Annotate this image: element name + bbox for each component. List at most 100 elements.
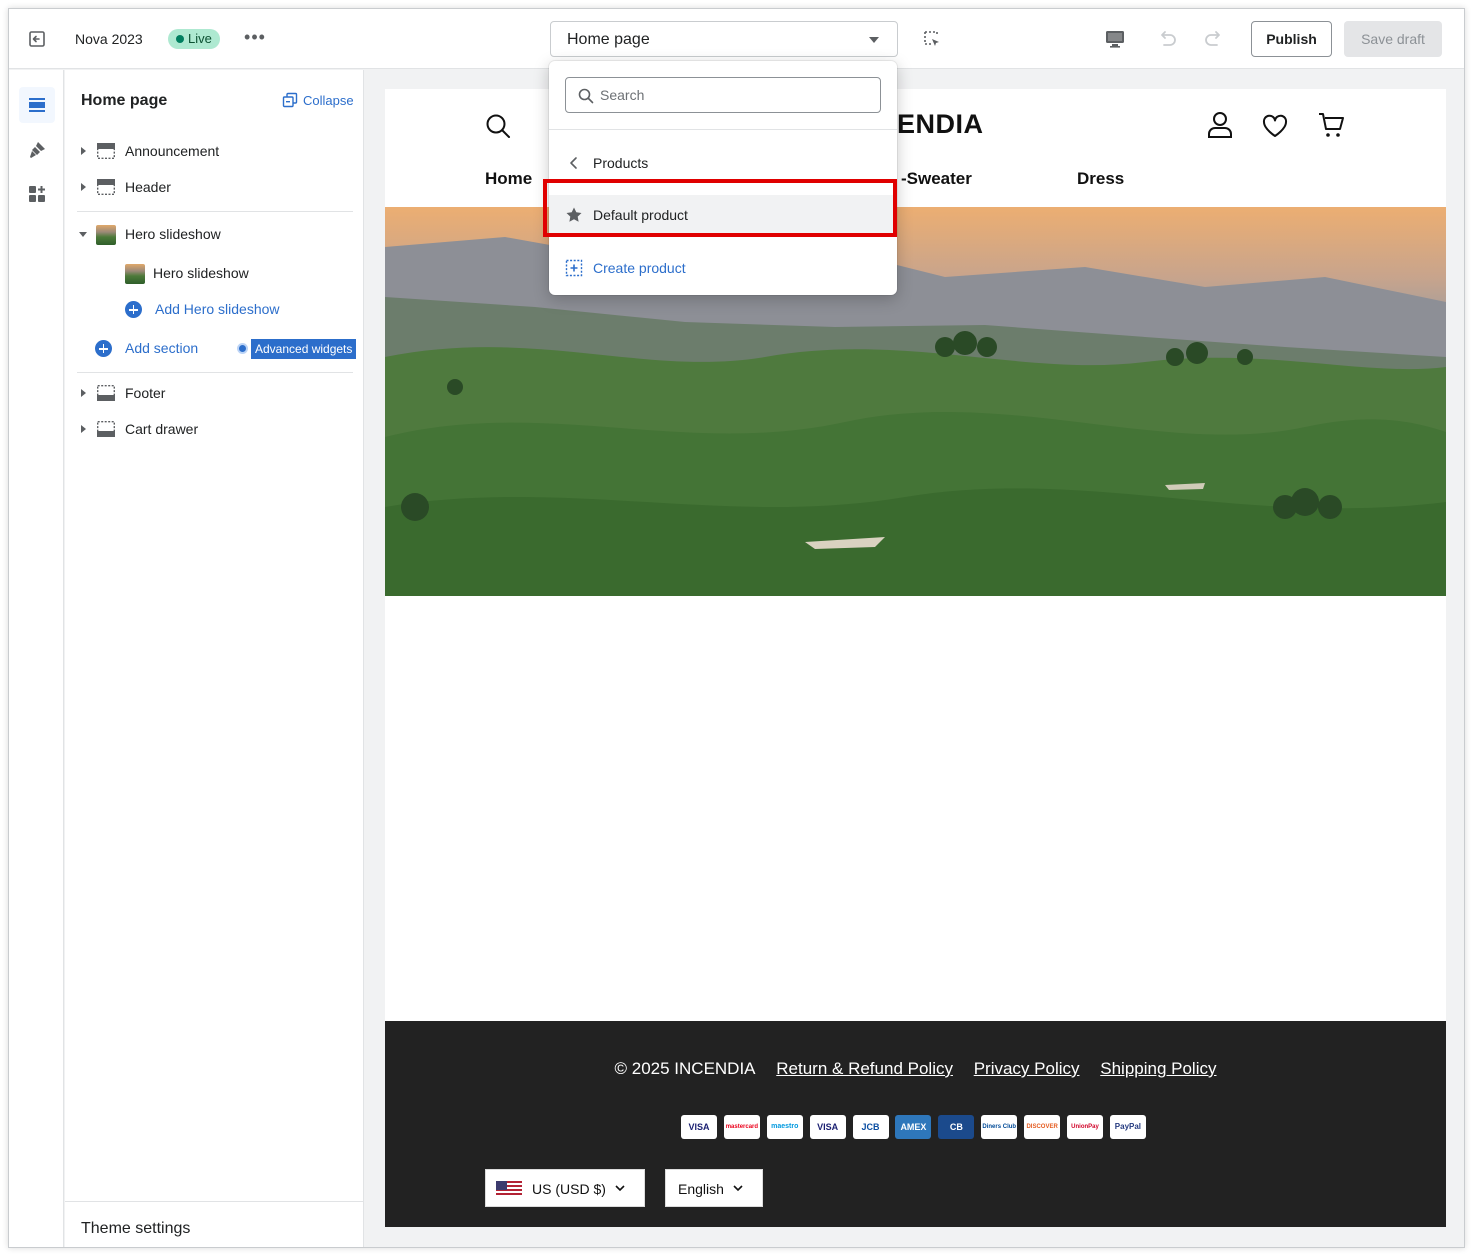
jcb-icon: JCB bbox=[852, 1115, 889, 1139]
nav-link-home[interactable]: Home bbox=[485, 169, 532, 189]
nav-link-sweater[interactable]: -Sweater bbox=[901, 169, 972, 189]
expand-arrow-icon[interactable] bbox=[81, 425, 86, 433]
block-label: Hero slideshow bbox=[153, 265, 249, 281]
sections-tab[interactable] bbox=[19, 87, 55, 123]
undo-icon[interactable] bbox=[1155, 27, 1179, 51]
save-draft-button[interactable]: Save draft bbox=[1344, 21, 1442, 57]
paintbrush-icon bbox=[30, 142, 45, 158]
theme-editor-window: Nova 2023 Live ••• Home page Publish Sav… bbox=[8, 8, 1465, 1248]
live-status-badge: Live bbox=[168, 29, 220, 49]
nav-link-dress[interactable]: Dress bbox=[1077, 169, 1124, 189]
back-to-products-label: Products bbox=[593, 155, 649, 171]
chevron-down-icon bbox=[733, 1185, 743, 1192]
apps-tab[interactable] bbox=[19, 176, 55, 212]
desktop-view-icon[interactable] bbox=[1104, 29, 1126, 49]
page-selector-label: Home page bbox=[567, 31, 650, 48]
hero-slideshow-image[interactable] bbox=[385, 207, 1446, 596]
add-circle-icon bbox=[125, 301, 142, 318]
theme-style-tab[interactable] bbox=[19, 132, 55, 168]
section-label: Announcement bbox=[125, 143, 220, 159]
add-hero-slideshow-button[interactable]: Add Hero slideshow bbox=[65, 295, 364, 325]
store-logo[interactable]: ENDIA bbox=[897, 109, 984, 140]
search-icon bbox=[578, 88, 594, 104]
divider bbox=[77, 211, 353, 212]
expand-arrow-icon[interactable] bbox=[81, 147, 86, 155]
sections-sidebar: Home page Collapse Announcement Header H… bbox=[65, 70, 364, 1247]
unionpay-icon: UnionPay bbox=[1067, 1115, 1104, 1139]
add-section-label: Add section bbox=[125, 340, 199, 356]
create-product-item[interactable]: Create product bbox=[549, 248, 897, 288]
wishlist-heart-icon[interactable] bbox=[1262, 113, 1288, 139]
footer-section-icon bbox=[97, 385, 116, 402]
inspector-icon[interactable] bbox=[922, 29, 942, 49]
mastercard-icon: mastercard bbox=[723, 1115, 760, 1139]
discover-icon: DISCOVER bbox=[1024, 1115, 1061, 1139]
back-to-products-item[interactable]: Products bbox=[549, 143, 897, 183]
section-footer[interactable]: Footer bbox=[65, 379, 364, 409]
collapse-arrow-icon[interactable] bbox=[79, 232, 87, 237]
maestro-icon: maestro bbox=[766, 1115, 803, 1139]
section-label: Footer bbox=[125, 385, 166, 401]
currency-label: US (USD $) bbox=[532, 1181, 606, 1197]
announcement-section-icon bbox=[97, 143, 116, 160]
footer-links: © 2025 INCENDIA Return & Refund Policy P… bbox=[385, 1059, 1446, 1079]
create-product-label: Create product bbox=[593, 260, 686, 276]
section-cart-drawer[interactable]: Cart drawer bbox=[65, 415, 364, 445]
hero-block-thumbnail-icon bbox=[125, 264, 145, 284]
publish-button[interactable]: Publish bbox=[1251, 21, 1332, 57]
collapse-label: Collapse bbox=[303, 93, 354, 108]
sections-icon bbox=[29, 98, 45, 112]
dropdown-divider bbox=[549, 129, 897, 130]
cart-drawer-section-icon bbox=[97, 421, 116, 438]
cart-icon[interactable] bbox=[1317, 111, 1345, 139]
footer-link-refund-policy[interactable]: Return & Refund Policy bbox=[776, 1059, 953, 1078]
footer-link-privacy-policy[interactable]: Privacy Policy bbox=[974, 1059, 1080, 1078]
search-icon[interactable] bbox=[485, 113, 511, 139]
language-selector[interactable]: English bbox=[665, 1169, 763, 1207]
language-label: English bbox=[678, 1181, 724, 1197]
star-icon bbox=[566, 207, 582, 222]
theme-settings-label: Theme settings bbox=[81, 1220, 191, 1237]
caret-down-icon bbox=[869, 37, 879, 43]
footer-copyright: © 2025 INCENDIA bbox=[614, 1059, 756, 1078]
more-actions-button[interactable]: ••• bbox=[243, 27, 267, 47]
chevron-down-icon bbox=[615, 1185, 625, 1192]
section-announcement[interactable]: Announcement bbox=[65, 137, 364, 167]
page-search-field[interactable] bbox=[565, 77, 881, 113]
currency-selector[interactable]: US (USD $) bbox=[485, 1169, 645, 1207]
add-hero-label: Add Hero slideshow bbox=[155, 301, 280, 317]
payment-icons: VISA mastercard maestro VISA JCB AMEX CB… bbox=[681, 1115, 1149, 1141]
default-product-label: Default product bbox=[593, 207, 688, 223]
redo-icon[interactable] bbox=[1202, 27, 1226, 51]
section-label: Cart drawer bbox=[125, 421, 199, 437]
add-circle-icon bbox=[95, 340, 112, 357]
default-product-item[interactable]: Default product bbox=[549, 195, 897, 235]
exit-icon[interactable] bbox=[27, 29, 47, 49]
expand-arrow-icon[interactable] bbox=[81, 183, 86, 191]
advanced-widgets-button[interactable]: Advanced widgets bbox=[251, 339, 357, 359]
hero-landscape-image bbox=[385, 207, 1446, 596]
left-rail bbox=[9, 70, 64, 1247]
page-search-input[interactable] bbox=[600, 84, 870, 106]
footer-link-shipping-policy[interactable]: Shipping Policy bbox=[1100, 1059, 1216, 1078]
section-hero-slideshow[interactable]: Hero slideshow bbox=[65, 220, 364, 250]
app-blocks-icon bbox=[29, 186, 45, 202]
top-bar: Nova 2023 Live ••• Home page Publish Sav… bbox=[9, 9, 1464, 69]
hero-thumbnail-icon bbox=[96, 225, 116, 245]
visa-electron-icon: VISA bbox=[809, 1115, 846, 1139]
expand-arrow-icon[interactable] bbox=[81, 389, 86, 397]
page-selector-dropdown: Products Default product Create product bbox=[549, 61, 897, 295]
diners-club-icon: Diners Club bbox=[981, 1115, 1018, 1139]
header-section-icon bbox=[97, 179, 116, 196]
amex-icon: AMEX bbox=[895, 1115, 932, 1139]
account-icon[interactable] bbox=[1207, 111, 1233, 139]
chevron-left-icon bbox=[570, 157, 577, 169]
theme-settings-button[interactable]: Theme settings bbox=[65, 1201, 364, 1247]
page-selector[interactable]: Home page bbox=[550, 21, 898, 57]
block-hero-slideshow[interactable]: Hero slideshow bbox=[65, 259, 364, 289]
cartes-bancaires-icon: CB bbox=[938, 1115, 975, 1139]
live-label: Live bbox=[188, 31, 212, 46]
store-name: Nova 2023 bbox=[75, 31, 143, 47]
section-header[interactable]: Header bbox=[65, 173, 364, 203]
us-flag-icon bbox=[496, 1181, 522, 1197]
